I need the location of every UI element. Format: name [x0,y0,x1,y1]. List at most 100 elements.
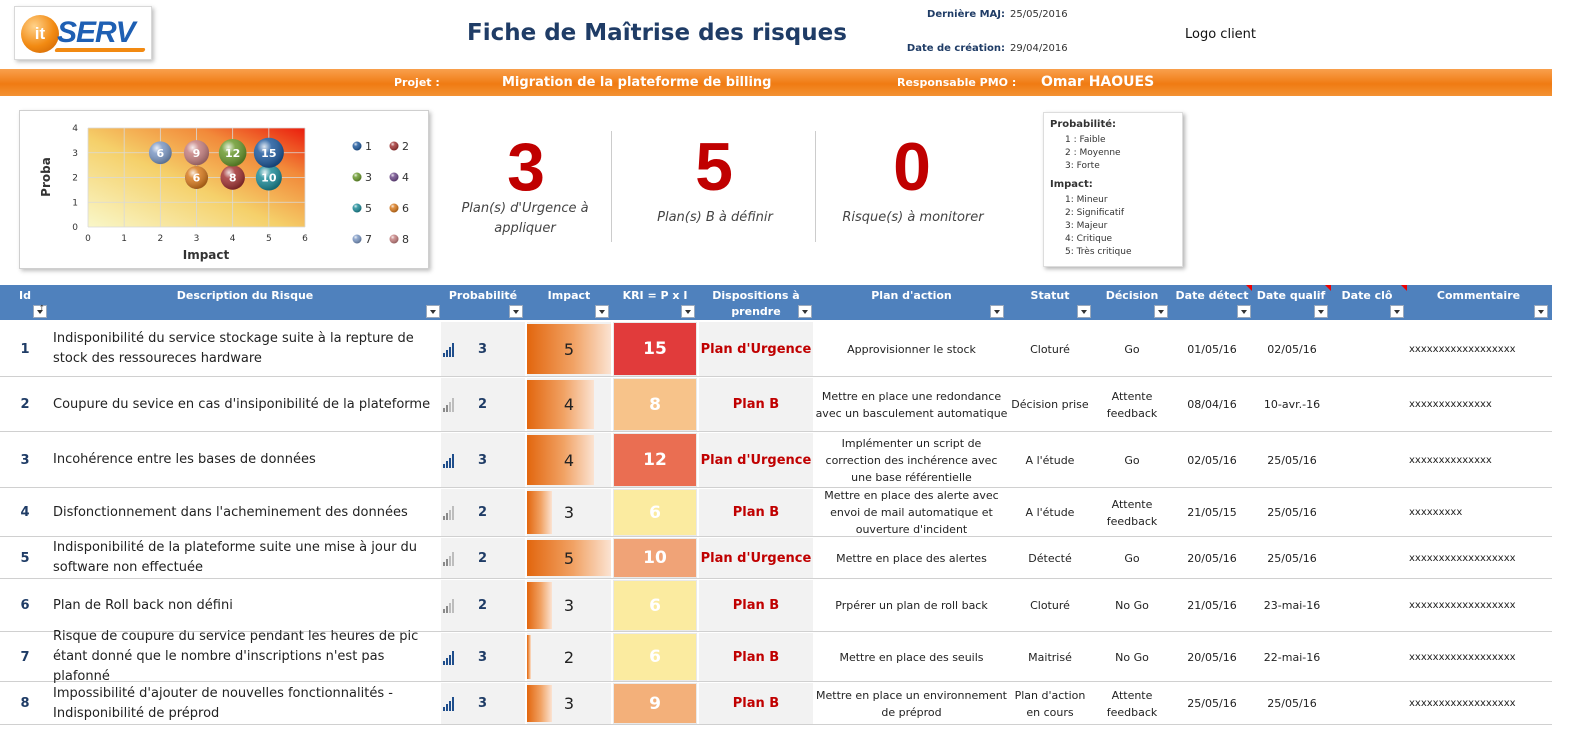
cell-kri[interactable]: 9 [613,683,697,724]
cell-impact[interactable]: 2 [527,633,611,681]
cell-description[interactable]: Coupure du sevice en cas d'insiponibilit… [53,378,439,431]
cell-date-close[interactable] [1331,322,1403,376]
cell-date-qualif[interactable]: 02/05/16 [1253,322,1331,376]
cell-action-plan[interactable]: Mettre en place des seuils [815,633,1008,681]
cell-decision[interactable]: No Go [1093,580,1171,631]
cell-kri[interactable]: 10 [613,538,697,578]
table-row[interactable]: 5 Indisponibilité de la plateforme suite … [0,538,1552,579]
cell-probability[interactable]: 3 [478,322,498,376]
cell-decision[interactable]: Attente feedback [1093,489,1171,536]
cell-kri[interactable]: 6 [613,489,697,536]
filter-dropdown-icon[interactable] [1077,305,1091,318]
cell-action-plan[interactable]: Implémenter un script de correction des … [815,433,1008,487]
cell-status[interactable]: A l'étude [1010,489,1090,536]
cell-decision[interactable]: Attente feedback [1093,378,1171,431]
cell-date-close[interactable] [1331,538,1403,578]
cell-disposition[interactable]: Plan d'Urgence [699,322,813,376]
cell-impact[interactable]: 3 [527,580,611,631]
cell-impact[interactable]: 3 [527,489,611,536]
cell-date-qualif[interactable]: 25/05/16 [1253,683,1331,724]
cell-comment[interactable]: xxxxxxxxxxxxxx [1409,433,1552,487]
cell-comment[interactable]: xxxxxxxxxxxxxxxxxx [1409,538,1552,578]
table-row[interactable]: 2 Coupure du sevice en cas d'insiponibili… [0,378,1552,432]
filter-dropdown-icon[interactable] [681,305,695,318]
cell-comment[interactable]: xxxxxxxxx [1409,489,1552,536]
filter-sort-dropdown-icon[interactable] [33,304,47,318]
cell-decision[interactable]: Go [1093,322,1171,376]
cell-id[interactable]: 1 [8,322,42,376]
cell-kri[interactable]: 12 [613,433,697,487]
cell-date-close[interactable] [1331,433,1403,487]
cell-disposition[interactable]: Plan B [699,683,813,724]
cell-probability[interactable]: 3 [478,683,498,724]
cell-description[interactable]: Incohérence entre les bases de données [53,433,439,487]
cell-comment[interactable]: xxxxxxxxxxxxxxxxxx [1409,683,1552,724]
cell-date-detect[interactable]: 25/05/16 [1173,683,1251,724]
cell-description[interactable]: Impossibilité d'ajouter de nouvelles fon… [53,683,439,724]
filter-dropdown-icon[interactable] [1390,305,1404,318]
cell-status[interactable]: Détecté [1010,538,1090,578]
cell-comment[interactable]: xxxxxxxxxxxxxx [1409,378,1552,431]
cell-date-close[interactable] [1331,580,1403,631]
cell-decision[interactable]: No Go [1093,633,1171,681]
cell-comment[interactable]: xxxxxxxxxxxxxxxxxx [1409,633,1552,681]
cell-date-detect[interactable]: 20/05/16 [1173,538,1251,578]
cell-decision[interactable]: Go [1093,433,1171,487]
cell-date-qualif[interactable]: 10-avr.-16 [1253,378,1331,431]
cell-disposition[interactable]: Plan B [699,633,813,681]
cell-description[interactable]: Risque de coupure du service pendant les… [53,629,439,684]
cell-status[interactable]: Décision prise [1010,378,1090,431]
cell-id[interactable]: 4 [8,489,42,536]
table-row[interactable]: 6 Plan de Roll back non défini 2 3 6 Plan B Pr… [0,580,1552,632]
cell-date-detect[interactable]: 02/05/16 [1173,433,1251,487]
cell-disposition[interactable]: Plan B [699,489,813,536]
cell-date-detect[interactable]: 21/05/15 [1173,489,1251,536]
cell-date-close[interactable] [1331,683,1403,724]
cell-impact[interactable]: 4 [527,378,611,431]
cell-date-detect[interactable]: 01/05/16 [1173,322,1251,376]
cell-disposition[interactable]: Plan B [699,580,813,631]
filter-dropdown-icon[interactable] [1314,305,1328,318]
cell-kri[interactable]: 6 [613,633,697,681]
cell-impact[interactable]: 4 [527,433,611,487]
filter-dropdown-icon[interactable] [798,305,812,318]
filter-dropdown-icon[interactable] [1154,305,1168,318]
table-row[interactable]: 1 Indisponibilité du service stockage sui… [0,322,1552,377]
cell-date-qualif[interactable]: 25/05/16 [1253,433,1331,487]
cell-decision[interactable]: Attente feedback [1093,683,1171,724]
cell-status[interactable]: Cloturé [1010,580,1090,631]
cell-id[interactable]: 3 [8,433,42,487]
cell-description[interactable]: Disfonctionnement dans l'acheminement de… [53,489,439,536]
cell-disposition[interactable]: Plan B [699,378,813,431]
cell-id[interactable]: 8 [8,683,42,724]
cell-probability[interactable]: 3 [478,433,498,487]
table-row[interactable]: 4 Disfonctionnement dans l'acheminement d… [0,489,1552,537]
cell-impact[interactable]: 5 [527,538,611,578]
cell-probability[interactable]: 2 [478,378,498,431]
filter-dropdown-icon[interactable] [1534,305,1548,318]
filter-dropdown-icon[interactable] [990,305,1004,318]
cell-action-plan[interactable]: Mettre en place des alerte avec envoi de… [815,489,1008,536]
cell-kri[interactable]: 15 [613,322,697,376]
cell-probability[interactable]: 2 [478,489,498,536]
cell-date-qualif[interactable]: 23-mai-16 [1253,580,1331,631]
cell-status[interactable]: Maitrisé [1010,633,1090,681]
cell-description[interactable]: Plan de Roll back non défini [53,580,439,631]
cell-impact[interactable]: 3 [527,683,611,724]
cell-id[interactable]: 7 [8,633,42,681]
cell-probability[interactable]: 2 [478,538,498,578]
cell-decision[interactable]: Go [1093,538,1171,578]
cell-date-detect[interactable]: 21/05/16 [1173,580,1251,631]
table-row[interactable]: 3 Incohérence entre les bases de données 3… [0,433,1552,488]
cell-action-plan[interactable]: Mettre en place une redondance avec un b… [815,378,1008,431]
cell-probability[interactable]: 3 [478,633,498,681]
cell-date-close[interactable] [1331,378,1403,431]
cell-comment[interactable]: xxxxxxxxxxxxxxxxxx [1409,580,1552,631]
cell-action-plan[interactable]: Approvisionner le stock [815,322,1008,376]
cell-kri[interactable]: 6 [613,580,697,631]
table-row[interactable]: 7 Risque de coupure du service pendant le… [0,629,1552,684]
cell-action-plan[interactable]: Prpérer un plan de roll back [815,580,1008,631]
table-row[interactable]: 8 Impossibilité d'ajouter de nouvelles fo… [0,683,1552,725]
cell-status[interactable]: Plan d'action en cours [1010,683,1090,724]
cell-date-detect[interactable]: 08/04/16 [1173,378,1251,431]
